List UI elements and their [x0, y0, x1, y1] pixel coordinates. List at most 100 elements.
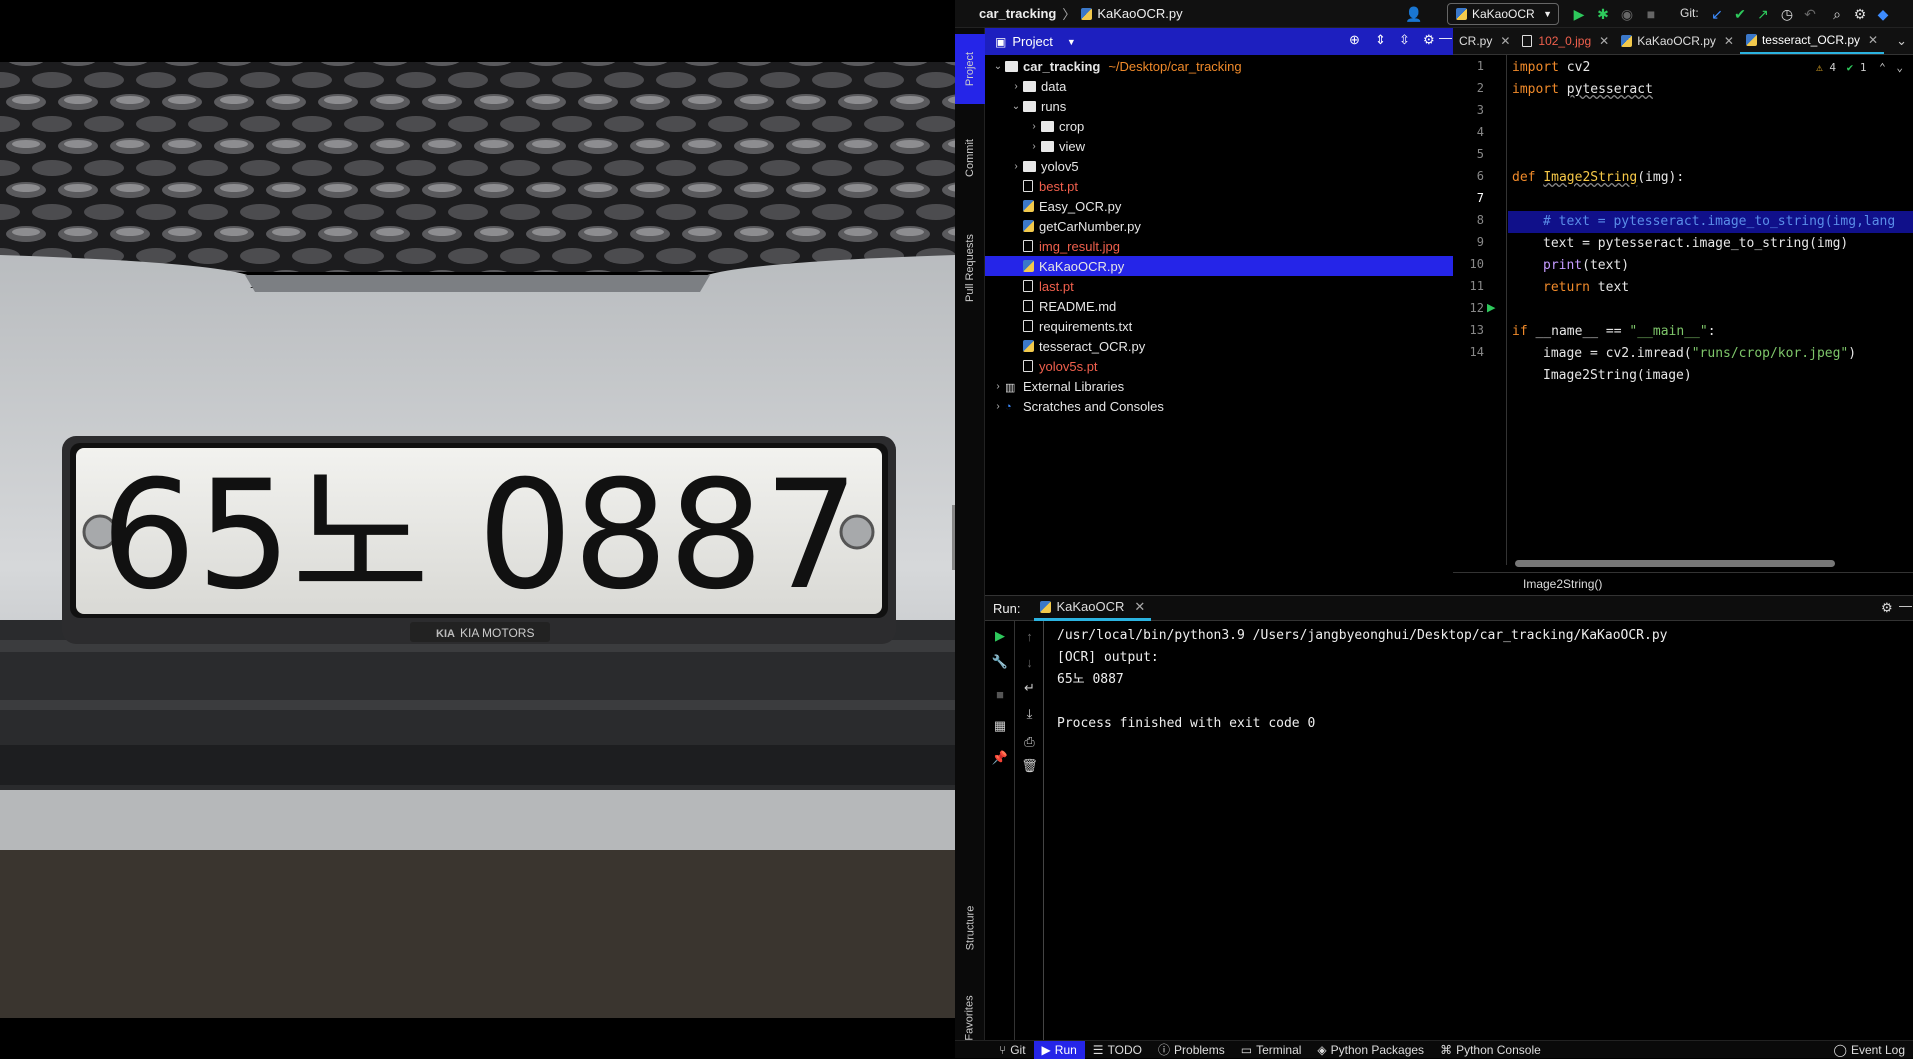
line-number: 11: [1469, 279, 1484, 293]
status-terminal[interactable]: ▭ Terminal: [1233, 1041, 1310, 1059]
stripe-tab-project[interactable]: Project: [955, 34, 985, 104]
chevron-right-icon[interactable]: ›: [1009, 161, 1023, 172]
layout-icon[interactable]: ▦: [985, 715, 1015, 737]
close-icon[interactable]: ✕: [1868, 33, 1878, 47]
gear-icon[interactable]: ⚙: [1848, 3, 1872, 25]
chevron-down-icon[interactable]: ⌄: [991, 61, 1005, 72]
history-icon[interactable]: ◷: [1775, 3, 1799, 25]
console-output[interactable]: /usr/local/bin/python3.9 /Users/jangbyeo…: [1057, 621, 1907, 1040]
stop-icon[interactable]: ■: [985, 683, 1015, 705]
tree-item[interactable]: yolov5s.pt: [985, 356, 1453, 376]
chevron-right-icon[interactable]: ›: [1027, 121, 1041, 132]
tree-item[interactable]: img_result.jpg: [985, 236, 1453, 256]
tree-item[interactable]: › crop: [985, 116, 1453, 136]
git-commit-icon[interactable]: ✔: [1728, 3, 1752, 25]
chevron-right-icon[interactable]: ›: [991, 381, 1005, 392]
collapse-all-icon[interactable]: ⇳: [1399, 32, 1410, 48]
close-icon[interactable]: ✕: [1134, 599, 1145, 615]
search-icon[interactable]: ⌕: [1825, 3, 1849, 25]
chevron-right-icon[interactable]: ›: [991, 401, 1005, 412]
tree-item[interactable]: best.pt: [985, 176, 1453, 196]
trash-icon[interactable]: 🗑: [1015, 755, 1044, 777]
tree-item[interactable]: requirements.txt: [985, 316, 1453, 336]
rollback-icon[interactable]: ↶: [1798, 3, 1822, 25]
tree-item[interactable]: › yolov5: [985, 156, 1453, 176]
arrow-up-icon[interactable]: ↑: [1015, 625, 1044, 647]
tree-root[interactable]: ⌄ car_tracking ~/Desktop/car_tracking: [985, 56, 1453, 76]
status-event-log[interactable]: ◯ Event Log: [1826, 1041, 1913, 1059]
rerun-icon[interactable]: ▶: [985, 625, 1015, 647]
breadcrumb-file[interactable]: KaKaoOCR.py: [1097, 6, 1182, 21]
debug-icon[interactable]: ✱: [1591, 3, 1615, 25]
chevron-right-icon[interactable]: ›: [1027, 141, 1041, 152]
library-icon: ▥: [1005, 381, 1016, 394]
editor-tab[interactable]: 102_0.jpg ✕: [1516, 28, 1615, 54]
editor-breadcrumb[interactable]: Image2String(): [1453, 572, 1913, 594]
speech-bubble-icon: ◯: [1833, 1042, 1847, 1057]
tree-item[interactable]: › ▥ External Libraries: [985, 376, 1453, 396]
breadcrumb-project[interactable]: car_tracking: [979, 6, 1056, 21]
stripe-tab-pull-requests[interactable]: Pull Requests: [955, 208, 985, 328]
close-icon[interactable]: ✕: [1500, 34, 1510, 48]
git-push-icon[interactable]: ↗: [1751, 3, 1775, 25]
stop-icon[interactable]: ■: [1639, 3, 1663, 25]
caret-down-icon[interactable]: ▼: [1067, 37, 1076, 47]
tabs-overflow-icon[interactable]: ⌄: [1890, 33, 1913, 49]
tree-item[interactable]: KaKaoOCR.py: [985, 256, 1453, 276]
folder-icon: [1005, 60, 1018, 72]
inspection-widget[interactable]: ⚠ 4 ✔ 1 ⌃ ⌄: [1816, 61, 1903, 74]
chevron-up-icon[interactable]: ⌃: [1879, 61, 1886, 74]
status-python-console[interactable]: ⌘ Python Console: [1432, 1041, 1549, 1059]
chevron-down-icon[interactable]: ⌄: [1009, 101, 1023, 112]
chevron-right-icon[interactable]: ›: [1009, 81, 1023, 92]
tree-item[interactable]: getCarNumber.py: [985, 216, 1453, 236]
pycharm-logo-icon[interactable]: ◆: [1871, 3, 1895, 25]
expand-all-icon[interactable]: ⇕: [1375, 32, 1386, 48]
editor-tab[interactable]: KaKaoOCR.py ✕: [1615, 28, 1740, 54]
status-todo[interactable]: ☰ TODO: [1085, 1041, 1150, 1059]
project-panel-title[interactable]: Project: [1012, 34, 1052, 49]
editor-tab[interactable]: CR.py ✕: [1453, 28, 1516, 54]
arrow-down-icon[interactable]: ↓: [1015, 651, 1044, 673]
tree-item[interactable]: last.pt: [985, 276, 1453, 296]
tree-item[interactable]: tesseract_OCR.py: [985, 336, 1453, 356]
gear-icon[interactable]: ⚙: [1881, 600, 1893, 616]
tree-item[interactable]: › ◔ Scratches and Consoles: [985, 396, 1453, 416]
pin-icon[interactable]: 📌: [985, 747, 1015, 769]
image-file-icon: [1522, 35, 1533, 47]
stripe-tab-structure[interactable]: Structure: [955, 888, 985, 968]
locate-icon[interactable]: ⊕: [1349, 32, 1360, 48]
editor-tab[interactable]: tesseract_OCR.py ✕: [1739, 28, 1885, 54]
status-run[interactable]: ▶ Run: [1033, 1040, 1085, 1059]
soft-wrap-icon[interactable]: ↵: [1015, 677, 1044, 699]
git-update-icon[interactable]: ↙: [1705, 3, 1729, 25]
scroll-to-end-icon[interactable]: ⤓: [1015, 703, 1044, 725]
close-icon[interactable]: ✕: [1724, 34, 1734, 48]
run-gutter-icon[interactable]: ▶: [1487, 301, 1495, 314]
run-icon[interactable]: ▶: [1567, 3, 1591, 25]
tree-item[interactable]: ⌄ runs: [985, 96, 1453, 116]
status-git[interactable]: ⑂ Git: [991, 1041, 1034, 1059]
close-icon[interactable]: ✕: [1599, 34, 1609, 48]
line-number: 6: [1476, 169, 1484, 183]
run-config-select[interactable]: KaKaoOCR ▼: [1447, 3, 1559, 25]
tree-item[interactable]: Easy_OCR.py: [985, 196, 1453, 216]
license-plate-text: 65노 0887: [101, 449, 859, 623]
gear-icon[interactable]: ⚙: [1423, 32, 1435, 48]
minimize-icon[interactable]: —: [1899, 598, 1912, 613]
minimize-icon[interactable]: —: [1439, 30, 1452, 45]
tree-item[interactable]: › view: [985, 136, 1453, 156]
print-icon[interactable]: ⎙: [1015, 731, 1044, 753]
code-editor[interactable]: ⚠ 4 ✔ 1 ⌃ ⌄ import cv2 import pytesserac…: [1508, 55, 1913, 565]
status-problems[interactable]: ⓘ Problems: [1150, 1041, 1233, 1059]
status-python-packages[interactable]: ◈ Python Packages: [1309, 1041, 1432, 1059]
horizontal-scrollbar[interactable]: [1515, 560, 1835, 567]
stripe-tab-commit[interactable]: Commit: [955, 118, 985, 198]
coverage-icon[interactable]: ◉: [1615, 3, 1639, 25]
tree-item[interactable]: README.md: [985, 296, 1453, 316]
wrench-icon[interactable]: 🔧: [985, 651, 1015, 673]
tree-item[interactable]: › data: [985, 76, 1453, 96]
run-tab[interactable]: KaKaoOCR ✕: [1034, 595, 1152, 621]
user-icon[interactable]: 👤: [1402, 3, 1426, 25]
chevron-down-icon[interactable]: ⌄: [1896, 61, 1903, 74]
